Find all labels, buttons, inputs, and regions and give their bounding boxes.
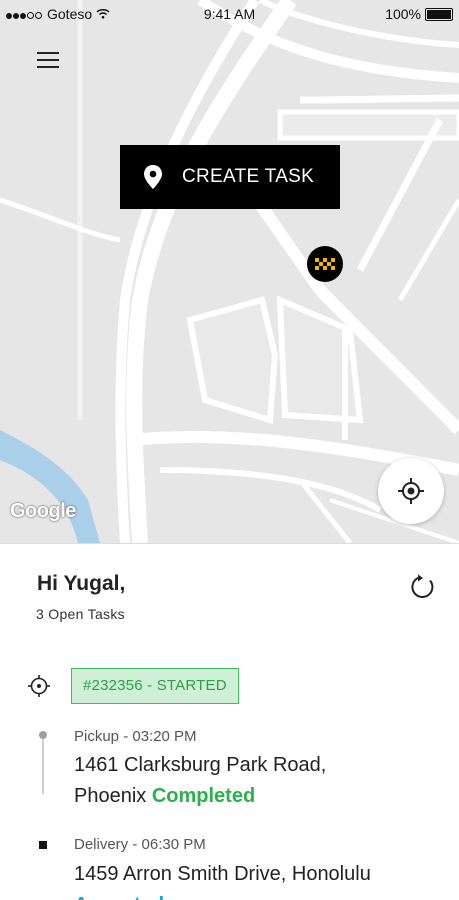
menu-icon bbox=[37, 52, 59, 54]
open-tasks-count: 3 Open Tasks bbox=[36, 606, 125, 622]
locate-button[interactable] bbox=[378, 458, 444, 524]
battery-icon bbox=[425, 7, 453, 21]
greeting: Hi Yugal, bbox=[37, 572, 126, 595]
refresh-button[interactable] bbox=[410, 574, 436, 600]
map-roads bbox=[0, 0, 459, 543]
map[interactable]: Goteso 9:41 AM 100% CREATE TASK Google bbox=[0, 0, 459, 543]
map-pin-icon bbox=[144, 165, 162, 189]
locate-icon bbox=[398, 478, 424, 504]
delivery-time: Delivery - 06:30 PM bbox=[74, 836, 206, 853]
taxi-icon[interactable] bbox=[307, 246, 343, 282]
battery-label: 100% bbox=[385, 6, 421, 22]
tasks-sheet: Hi Yugal, 3 Open Tasks #232356 - STARTED… bbox=[0, 543, 459, 900]
delivery-address[interactable]: 1459 Arron Smith Drive, Honolulu Accepte… bbox=[74, 859, 444, 900]
pickup-address-line2-wrap: Phoenix Completed bbox=[74, 781, 444, 812]
timeline-connector bbox=[42, 736, 44, 794]
delivery-dot bbox=[39, 841, 47, 849]
google-logo: Google bbox=[10, 500, 76, 522]
delivery-address-line: 1459 Arron Smith Drive, Honolulu bbox=[74, 863, 371, 885]
menu-icon-line bbox=[37, 59, 59, 61]
create-task-label: CREATE TASK bbox=[182, 166, 315, 187]
delivery-status: Accepted bbox=[74, 890, 444, 900]
screen: Goteso 9:41 AM 100% CREATE TASK Google H… bbox=[0, 0, 459, 900]
pickup-time: Pickup - 03:20 PM bbox=[74, 728, 197, 745]
menu-button[interactable] bbox=[37, 52, 59, 70]
target-icon bbox=[28, 675, 50, 697]
status-bar: Goteso 9:41 AM 100% bbox=[0, 0, 459, 28]
refresh-icon bbox=[411, 574, 434, 598]
menu-icon-line bbox=[37, 66, 59, 68]
pickup-status: Completed bbox=[151, 785, 256, 807]
pickup-address-line2: Phoenix bbox=[74, 785, 147, 807]
pickup-dot bbox=[39, 731, 47, 739]
create-task-button[interactable]: CREATE TASK bbox=[120, 145, 340, 209]
pickup-address[interactable]: 1461 Clarksburg Park Road, Phoenix Compl… bbox=[74, 750, 444, 812]
task-status-badge[interactable]: #232356 - STARTED bbox=[71, 668, 239, 704]
pickup-address-line1: 1461 Clarksburg Park Road, bbox=[74, 754, 327, 776]
